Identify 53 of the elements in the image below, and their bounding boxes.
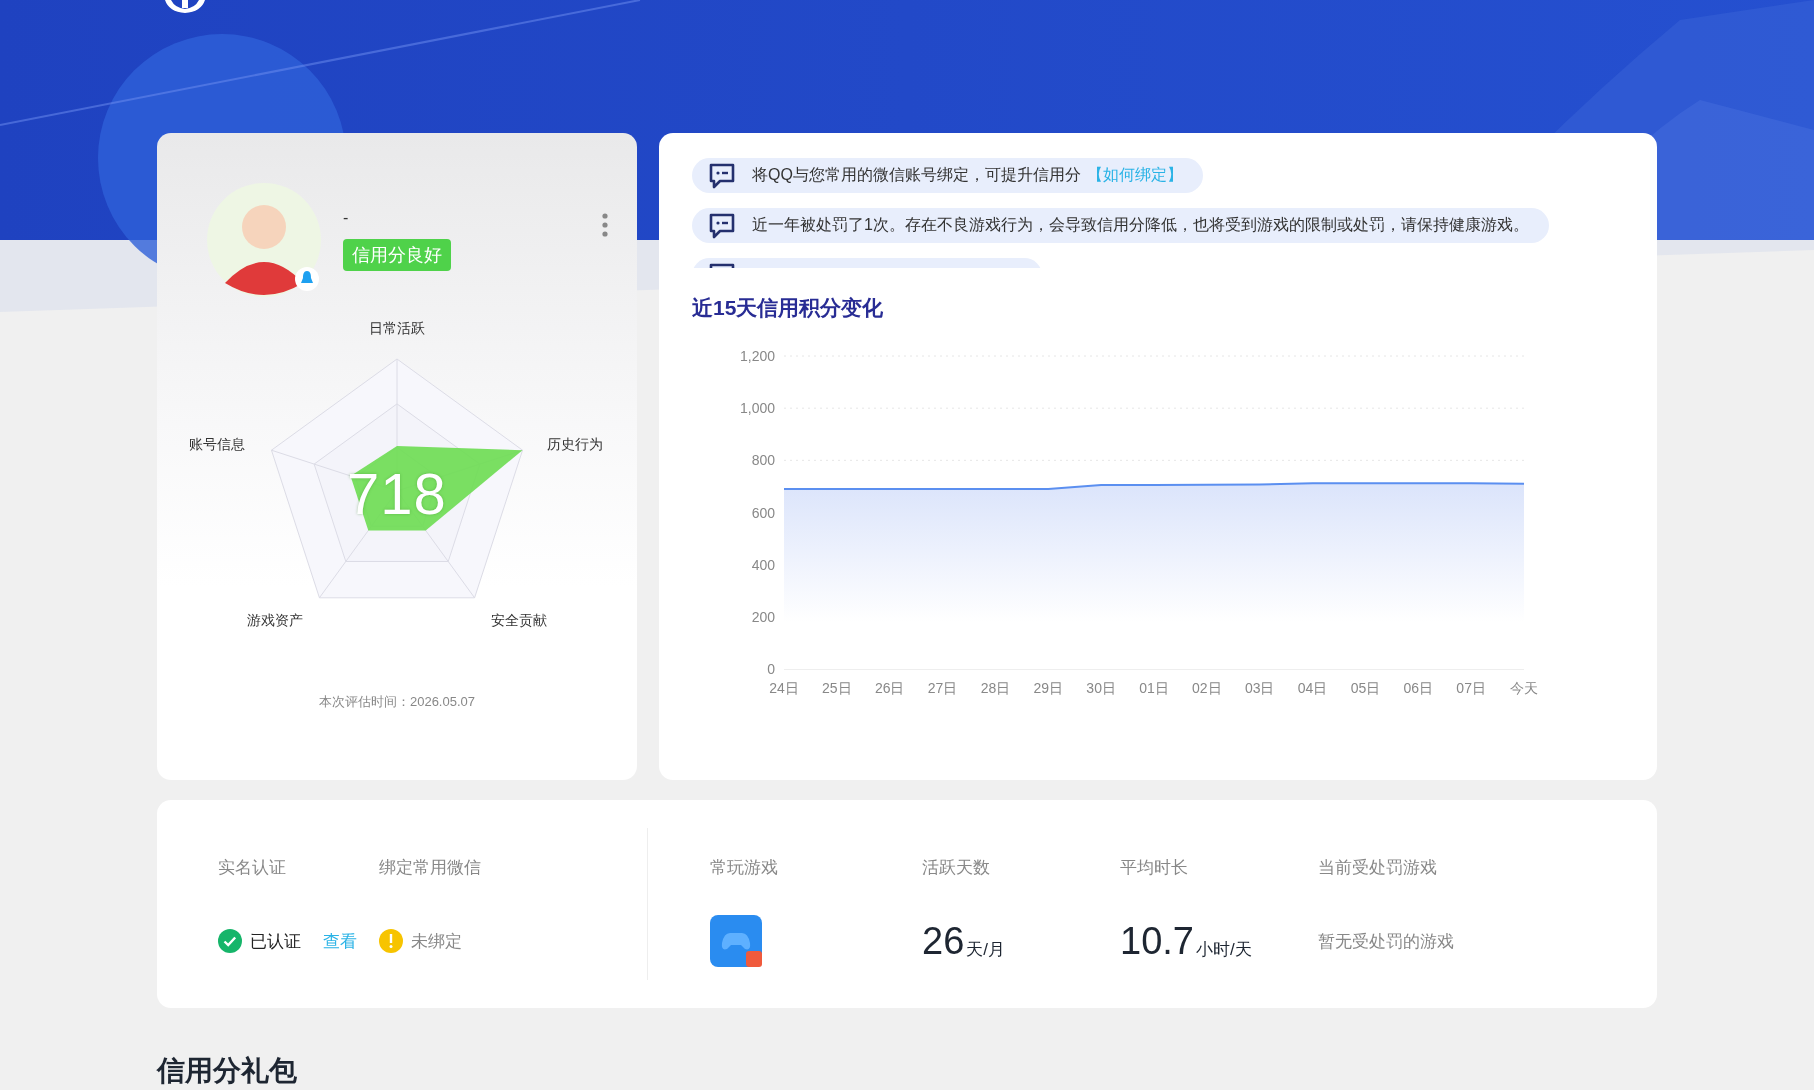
radar-label: 历史行为 [547, 436, 603, 454]
x-axis-label: 06日 [1403, 680, 1434, 696]
stat-unit: 天/月 [966, 939, 1005, 961]
user-name: - [343, 209, 350, 227]
x-axis-label: 04日 [1297, 680, 1328, 696]
radar-label: 游戏资产 [247, 612, 303, 630]
view-link[interactable]: 查看 [323, 929, 357, 953]
stat-label: 常玩游戏 [710, 857, 779, 879]
chart-title: 近15天信用积分变化 [692, 295, 885, 321]
x-axis-label: 30日 [1086, 680, 1116, 696]
notice-text: 近一年被处罚了1次。存在不良游戏行为，会导致信用分降低，也将受到游戏的限制或处罚，请保持健康游戏。 [752, 215, 1529, 235]
x-axis-label: 03日 [1244, 680, 1275, 696]
stat-label: 绑定常用微信 [379, 857, 482, 879]
x-axis-label: 24日 [769, 680, 799, 696]
x-axis-label: 07日 [1456, 680, 1486, 696]
radar-label: 日常活跃 [369, 320, 425, 338]
y-axis-label: 800 [751, 452, 775, 469]
status-text: 未绑定 [411, 930, 462, 953]
x-axis-label: 05日 [1350, 680, 1381, 696]
stat-label: 当前受处罚游戏 [1318, 857, 1438, 879]
bind-help-link[interactable]: 【如何绑定】 [1086, 166, 1183, 183]
radar-label: 安全贡献 [491, 612, 547, 630]
x-axis-label: 29日 [1033, 680, 1064, 696]
x-axis-label: 28日 [980, 680, 1011, 696]
section-title: 信用分礼包 [157, 1054, 298, 1088]
y-axis-label: 1,200 [739, 348, 775, 364]
stat-label: 平均时长 [1120, 857, 1189, 879]
x-axis-label: 26日 [874, 680, 905, 696]
stat-value: 10.7 [1120, 919, 1194, 963]
y-axis-label: 200 [751, 608, 775, 625]
logo-icon [163, 0, 207, 14]
message-icon [708, 162, 736, 189]
x-axis-label: 01日 [1139, 680, 1169, 696]
message-icon [708, 212, 736, 239]
notice-text: 将QQ与您常用的微信账号绑定，可提升信用分 【如何绑定】 [752, 165, 1183, 185]
y-axis-label: 1,000 [739, 400, 775, 417]
stat-unit: 小时/天 [1195, 939, 1252, 961]
evaluation-time: 本次评估时间：2026.05.07 [317, 693, 477, 711]
y-axis-label: 600 [751, 504, 775, 521]
x-axis-label: 27日 [927, 680, 958, 696]
radar-label: 账号信息 [189, 436, 245, 454]
y-axis-label: 400 [751, 556, 775, 573]
more-icon[interactable] [601, 213, 609, 237]
credit-status-badge: 信用分良好 [343, 239, 451, 271]
x-axis-label: 今天 [1510, 680, 1538, 696]
x-axis-label: 25日 [822, 680, 852, 696]
x-axis-label: 02日 [1192, 680, 1222, 696]
stat-label: 实名认证 [218, 857, 287, 879]
y-axis-label: 0 [767, 661, 775, 677]
stat-label: 活跃天数 [922, 857, 991, 879]
status-text: 已认证 [250, 930, 301, 953]
stat-value: 26 [922, 919, 965, 963]
stat-value: 暂无受处罚的游戏 [1318, 930, 1454, 953]
